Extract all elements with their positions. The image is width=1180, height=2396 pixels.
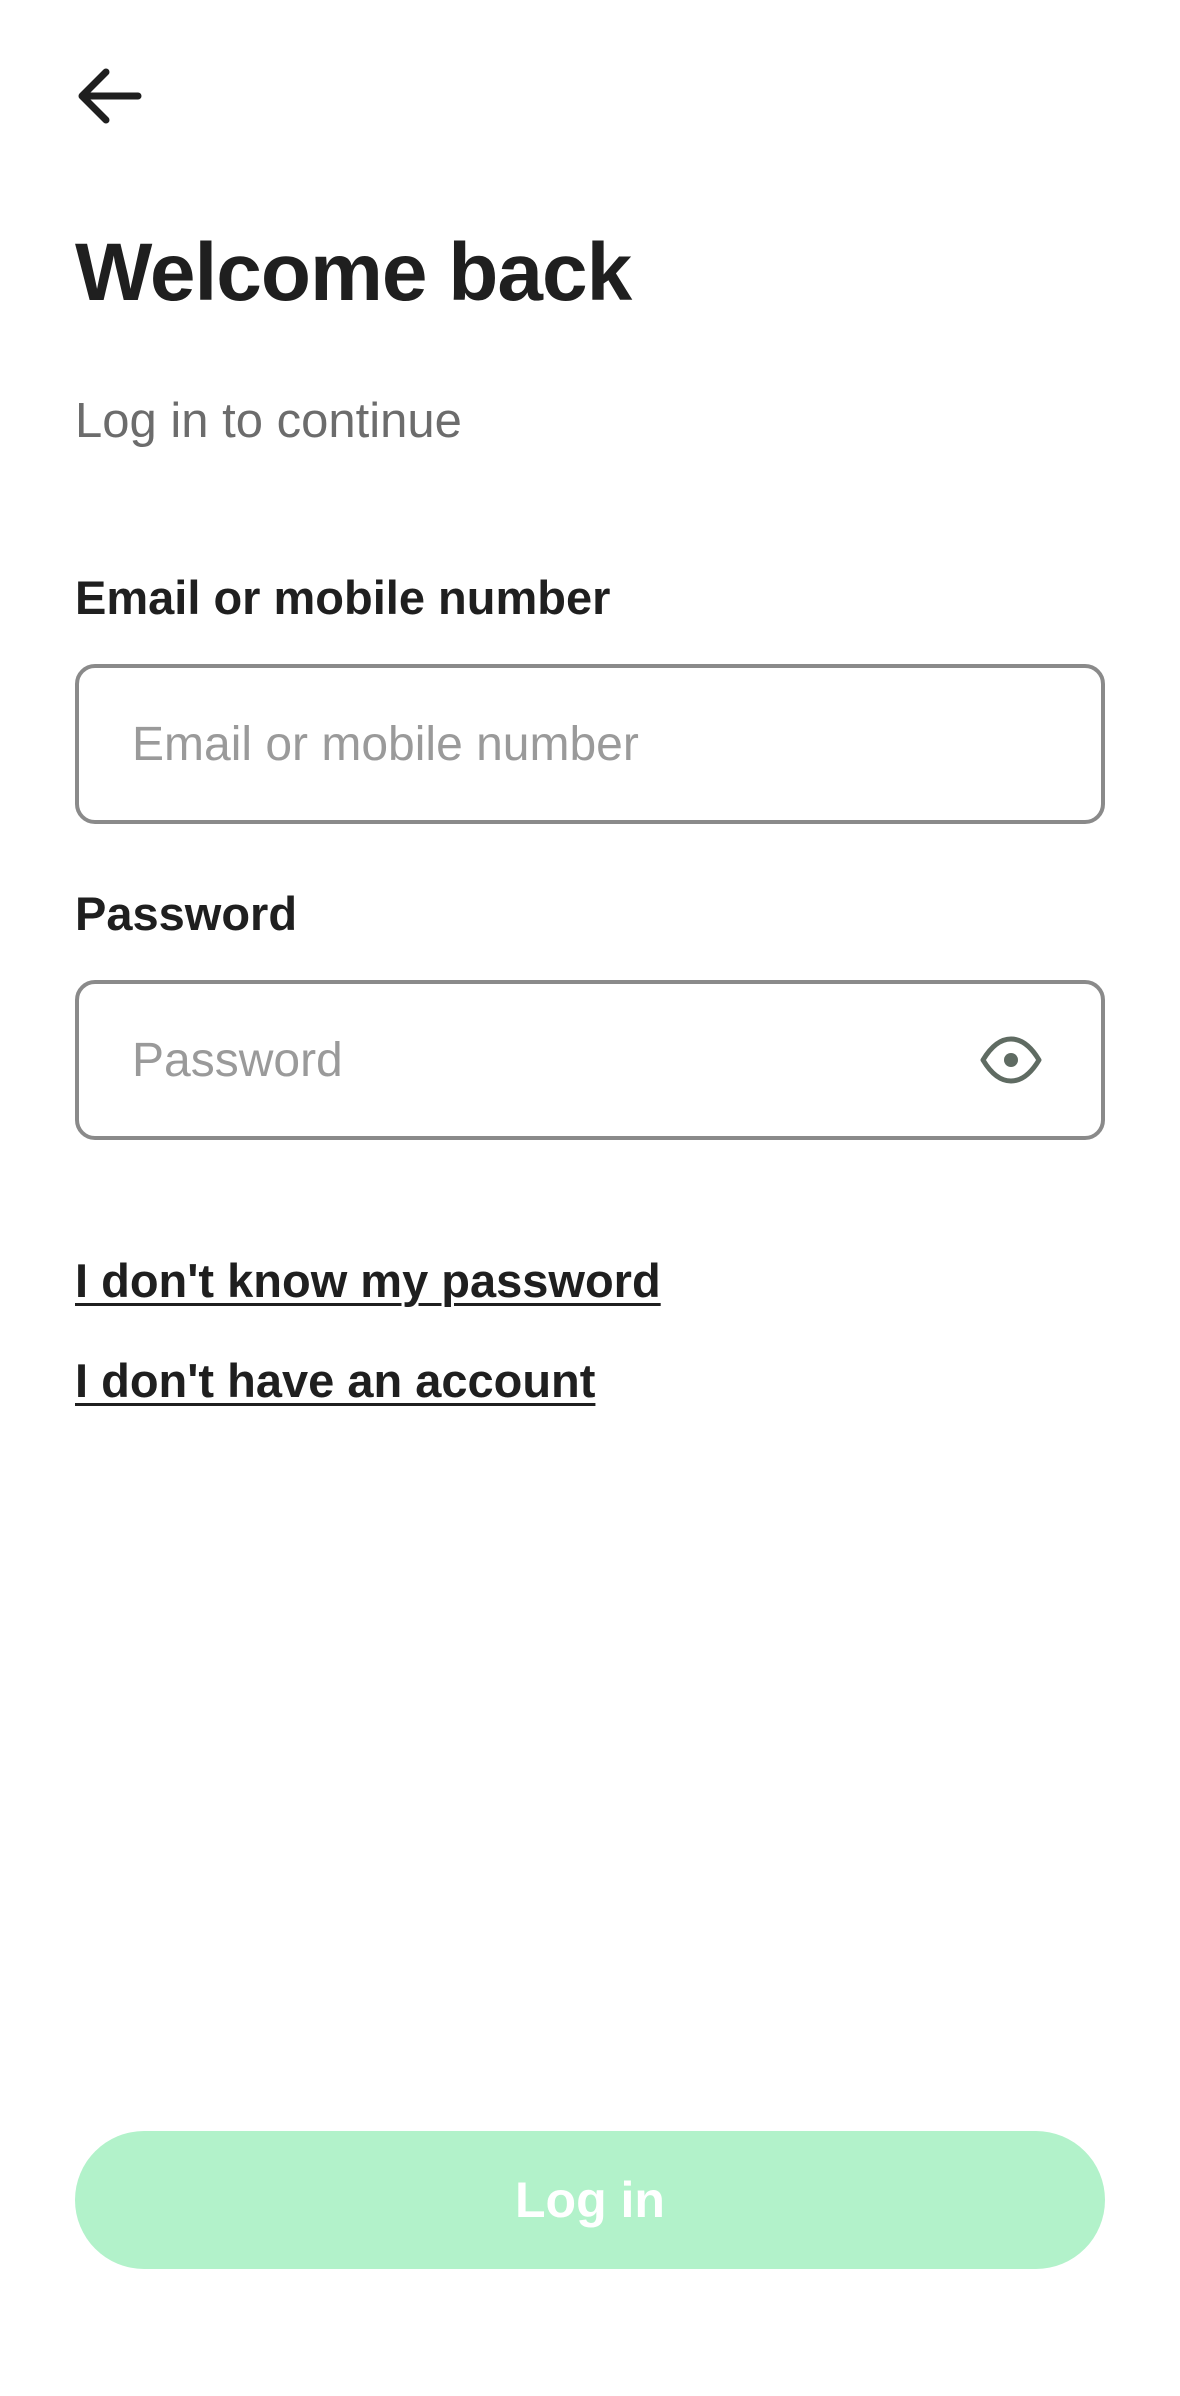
page-title: Welcome back (75, 227, 632, 318)
no-account-link[interactable]: I don't have an account (75, 1353, 595, 1409)
login-button[interactable]: Log in (75, 2131, 1105, 2269)
password-field-container (75, 980, 1105, 1140)
eye-icon (980, 1036, 1042, 1084)
email-field[interactable] (79, 668, 1101, 820)
password-label: Password (75, 887, 298, 940)
email-field-container (75, 664, 1105, 824)
back-button[interactable] (64, 50, 156, 142)
forgot-password-link[interactable]: I don't know my password (75, 1253, 661, 1309)
page-subtitle: Log in to continue (75, 394, 462, 448)
password-field[interactable] (79, 984, 963, 1136)
email-label: Email or mobile number (75, 571, 611, 624)
arrow-left-icon (78, 68, 142, 124)
show-password-button[interactable] (963, 1012, 1059, 1108)
